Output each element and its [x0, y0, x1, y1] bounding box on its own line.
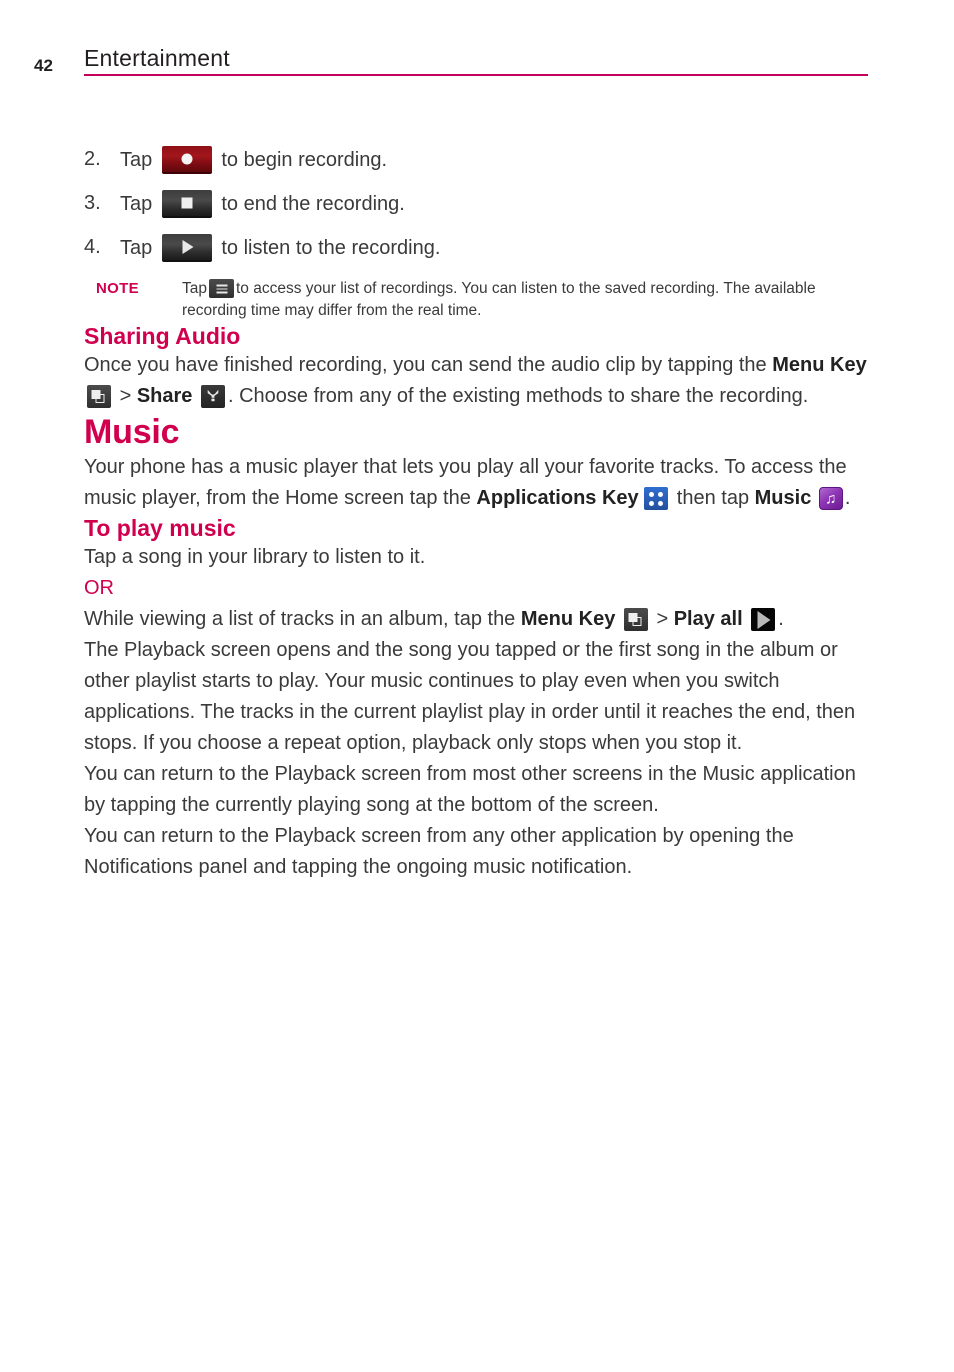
list-item: 4. Tap to listen to the recording.	[84, 234, 874, 262]
page-content: 2. Tap to begin recording. 3. Tap to end…	[84, 146, 874, 883]
step-number: 3.	[84, 192, 101, 214]
step-text-before: Tap	[120, 149, 153, 171]
sharing-audio-paragraph: Once you have finished recording, you ca…	[84, 350, 874, 412]
chevron-separator: >	[656, 608, 669, 630]
step-text-after: to end the recording.	[221, 193, 405, 215]
play-all-text-2: .	[778, 608, 784, 630]
to-play-music-paragraph-1: Tap a song in your library to listen to …	[84, 546, 426, 568]
header-title-wrap: Entertainment	[84, 44, 868, 76]
hamburger-lines-glyph	[216, 284, 227, 294]
applications-key-label: Applications Key	[476, 487, 639, 509]
return-playback-paragraph-1: You can return to the Playback screen fr…	[84, 763, 856, 816]
music-paragraph: Your phone has a music player that lets …	[84, 452, 874, 514]
header-divider	[84, 74, 868, 76]
overlapping-squares-glyph	[91, 389, 107, 404]
step-text-before: Tap	[120, 237, 153, 259]
music-text-3: .	[844, 487, 851, 509]
menu-key-icon[interactable]	[87, 385, 111, 409]
note-label: NOTE	[96, 280, 139, 297]
manual-page: 42 Entertainment 2. Tap to begin recordi…	[0, 0, 954, 1372]
sharing-audio-heading: Sharing Audio	[84, 323, 241, 349]
music-app-label: Music	[754, 487, 812, 509]
playback-screen-paragraph: The Playback screen opens and the song y…	[84, 639, 856, 754]
play-triangle-glyph	[182, 240, 194, 254]
stop-square-glyph	[181, 197, 193, 209]
play-triangle-glyph	[757, 610, 771, 629]
page-title: Entertainment	[84, 45, 230, 71]
music-note-glyph: ♫	[825, 490, 837, 508]
page-number: 42	[34, 56, 53, 75]
chevron-separator: >	[119, 385, 132, 407]
menu-key-label: Menu Key	[772, 354, 867, 376]
menu-key-icon[interactable]	[623, 608, 648, 632]
return-playback-paragraph-2: You can return to the Playback screen fr…	[84, 825, 794, 878]
note-text-before: Tap	[182, 280, 207, 297]
step-number: 4.	[84, 236, 101, 258]
list-item: 2. Tap to begin recording.	[84, 146, 874, 174]
stop-button-icon[interactable]	[161, 190, 212, 218]
play-button-icon[interactable]	[161, 234, 212, 262]
or-label: OR	[84, 573, 874, 604]
menu-key-label: Menu Key	[520, 608, 616, 630]
note-text-after: to access your list of recordings. You c…	[182, 280, 816, 319]
share-label: Share	[136, 385, 193, 407]
music-app-icon[interactable]: ♫	[818, 487, 843, 511]
music-heading: Music	[84, 413, 180, 451]
to-play-music-heading: To play music	[84, 515, 236, 541]
play-all-label: Play all	[673, 608, 743, 630]
record-dot-glyph	[181, 153, 193, 165]
overlapping-squares-glyph	[628, 612, 643, 627]
step-text-after: to listen to the recording.	[221, 237, 441, 259]
record-button-icon[interactable]	[161, 146, 212, 174]
to-play-music-paragraph-2: While viewing a list of tracks in an alb…	[84, 604, 874, 635]
sharing-audio-text-2: . Choose from any of the existing method…	[227, 385, 809, 407]
share-icon[interactable]	[200, 385, 225, 409]
music-text-2: then tap	[671, 487, 755, 509]
grid-dots-glyph	[649, 491, 664, 506]
sharing-audio-text-1: Once you have finished recording, you ca…	[84, 354, 773, 376]
list-item: 3. Tap to end the recording.	[84, 190, 874, 218]
share-nodes-glyph	[205, 385, 220, 408]
play-all-icon[interactable]	[751, 608, 776, 632]
step-text-before: Tap	[120, 193, 153, 215]
note-block: NOTE Tap to access your list of recording…	[96, 278, 856, 322]
play-all-text-1: While viewing a list of tracks in an alb…	[84, 608, 521, 630]
step-number: 2.	[84, 148, 101, 170]
or-text: OR	[84, 577, 114, 599]
list-menu-icon[interactable]	[209, 279, 234, 299]
note-text: Tap to access your list of recordings. Yo…	[182, 278, 856, 322]
step-text-after: to begin recording.	[221, 149, 388, 171]
page-header: 42 Entertainment	[0, 44, 954, 84]
numbered-steps-list: 2. Tap to begin recording. 3. Tap to end…	[84, 146, 874, 262]
applications-key-icon[interactable]	[644, 487, 669, 511]
